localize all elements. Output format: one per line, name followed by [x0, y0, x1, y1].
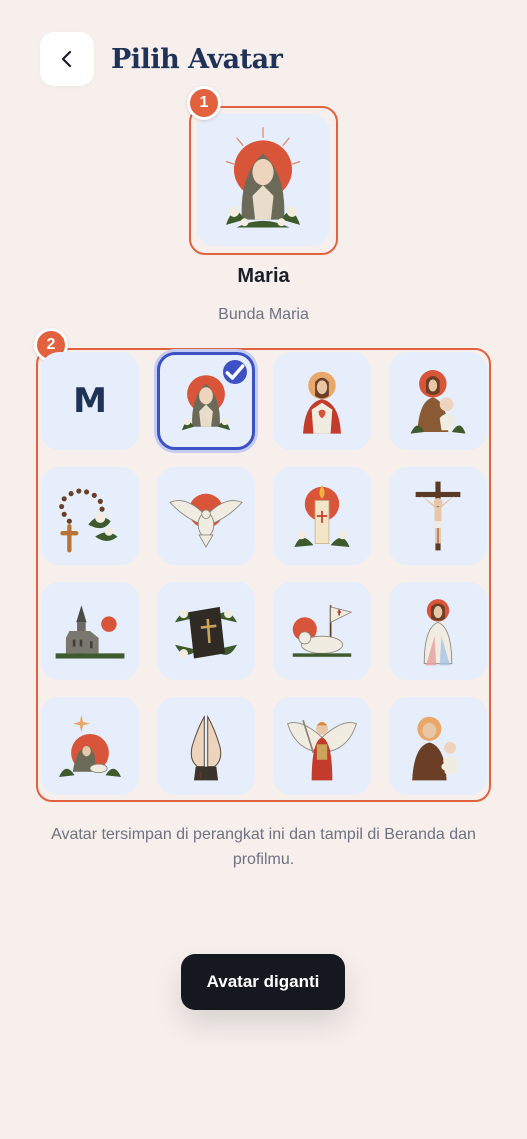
crucifix-icon — [415, 481, 461, 551]
avatar-option-church[interactable] — [41, 582, 139, 680]
avatar-option-sacred-heart[interactable] — [273, 352, 371, 450]
back-button[interactable] — [40, 32, 94, 86]
avatar-option-archangel[interactable] — [273, 697, 371, 795]
holy-family-icon — [410, 370, 466, 434]
chevron-left-icon — [61, 50, 72, 68]
preview-highlight-frame — [189, 106, 338, 255]
nativity-icon — [59, 715, 121, 777]
info-text: Avatar tersimpan di perangkat ini dan ta… — [51, 826, 476, 868]
archangel-icon — [287, 719, 357, 781]
avatar-option-lamb[interactable] — [273, 582, 371, 680]
bible-icon — [175, 606, 237, 659]
avatar-option-saint-anthony[interactable] — [389, 697, 487, 795]
mary-praying-icon — [225, 127, 301, 228]
selected-avatar-preview — [197, 114, 329, 246]
saint-anthony-icon — [412, 716, 459, 781]
divine-mercy-icon — [423, 599, 453, 666]
avatar-option-crucifix[interactable] — [389, 467, 487, 565]
avatar-option-bible[interactable] — [157, 582, 255, 680]
avatar-option-initial[interactable]: M — [41, 352, 139, 450]
lamb-icon — [292, 605, 353, 657]
avatar-option-divine-mercy[interactable] — [389, 582, 487, 680]
avatar-option-praying-hands[interactable] — [157, 697, 255, 795]
praying-hands-icon — [190, 714, 222, 781]
avatar-option-holy-family[interactable] — [389, 352, 487, 450]
avatar-option-maria[interactable] — [157, 352, 255, 450]
page-title: Pilih Avatar — [111, 43, 283, 75]
step-badge-1: 1 — [187, 86, 221, 120]
avatar-option-dove[interactable] — [157, 467, 255, 565]
avatar-option-candle[interactable] — [273, 467, 371, 565]
dove-icon — [169, 493, 243, 548]
rosary-icon — [59, 488, 118, 553]
selected-avatar-name: Maria — [237, 265, 290, 287]
initial-letter: M — [73, 381, 107, 421]
candle-icon — [294, 485, 350, 547]
avatar-option-rosary[interactable] — [41, 467, 139, 565]
church-icon — [55, 605, 125, 659]
check-icon — [223, 360, 247, 384]
avatar-option-nativity[interactable] — [41, 697, 139, 795]
selected-avatar-subtitle: Bunda Maria — [218, 306, 309, 323]
avatar-grid: M — [41, 352, 487, 795]
sacred-heart-icon — [303, 371, 341, 434]
header: Pilih Avatar — [40, 32, 283, 86]
toast-notification: Avatar diganti — [181, 954, 345, 1010]
